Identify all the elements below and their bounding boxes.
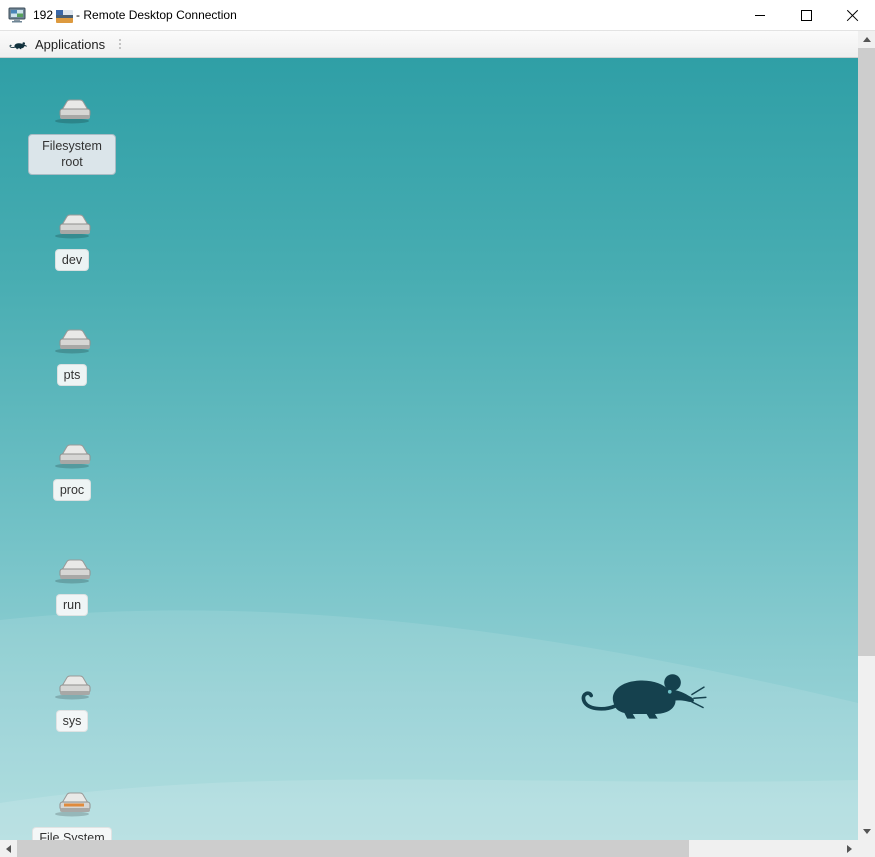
window-title-suffix: - Remote Desktop Connection (76, 8, 237, 22)
drive-icon (50, 95, 94, 125)
desktop-icon-label: run (56, 594, 88, 616)
scroll-right-arrow[interactable] (841, 840, 858, 857)
scroll-down-arrow[interactable] (858, 823, 875, 840)
xfce-top-panel: Applications (0, 31, 858, 58)
masked-address-icon (56, 10, 73, 23)
desktop-icon-proc[interactable]: proc (28, 440, 116, 501)
drive-icon (50, 325, 94, 355)
desktop-icon-label: File System (32, 827, 111, 840)
xfce-logo-icon (9, 38, 29, 51)
maximize-icon (801, 10, 812, 21)
drive-icon (50, 671, 94, 701)
desktop-icon-label: proc (53, 479, 91, 501)
drive-icon (50, 210, 94, 240)
drive-icon (50, 555, 94, 585)
horizontal-scrollbar[interactable] (0, 840, 858, 857)
rdp-app-icon (8, 7, 26, 23)
window-controls (737, 0, 875, 30)
desktop-icon-label: sys (56, 710, 89, 732)
minimize-icon (755, 15, 765, 16)
wallpaper-curves (0, 58, 858, 840)
desktop-icon-filesystem-root[interactable]: Filesystem root (28, 95, 116, 175)
close-icon (846, 9, 859, 22)
maximize-button[interactable] (783, 0, 829, 30)
drive-icon-orange (50, 788, 94, 818)
applications-menu-label: Applications (35, 37, 105, 52)
vertical-scrollbar-thumb[interactable] (858, 48, 875, 656)
desktop-icon-label: pts (57, 364, 88, 386)
xfce-mouse-logo (577, 652, 707, 726)
horizontal-scrollbar-thumb[interactable] (17, 840, 689, 857)
applications-menu-button[interactable]: Applications (0, 31, 114, 57)
close-button[interactable] (829, 0, 875, 30)
window-title: 192 - Remote Desktop Connection (33, 8, 237, 22)
desktop-icon-run[interactable]: run (28, 555, 116, 616)
desktop-icon-label: dev (55, 249, 89, 271)
scroll-left-arrow[interactable] (0, 840, 17, 857)
desktop-icon-dev[interactable]: dev (28, 210, 116, 271)
drive-icon (50, 440, 94, 470)
desktop-icon-label: Filesystem root (28, 134, 116, 175)
panel-drag-handle[interactable] (116, 39, 124, 49)
minimize-button[interactable] (737, 0, 783, 30)
desktop-surface[interactable]: Filesystem root dev pts (0, 58, 858, 840)
desktop-icon-sys[interactable]: sys (28, 671, 116, 732)
vertical-scrollbar[interactable] (858, 31, 875, 840)
desktop-icon-file-system[interactable]: File System (28, 788, 116, 840)
desktop-icon-pts[interactable]: pts (28, 325, 116, 386)
window-title-prefix: 192 (33, 8, 53, 22)
remote-desktop-viewport: Applications (0, 31, 858, 840)
scrollbar-corner (858, 840, 875, 857)
scroll-up-arrow[interactable] (858, 31, 875, 48)
window-titlebar[interactable]: 192 - Remote Desktop Connection (0, 0, 875, 31)
